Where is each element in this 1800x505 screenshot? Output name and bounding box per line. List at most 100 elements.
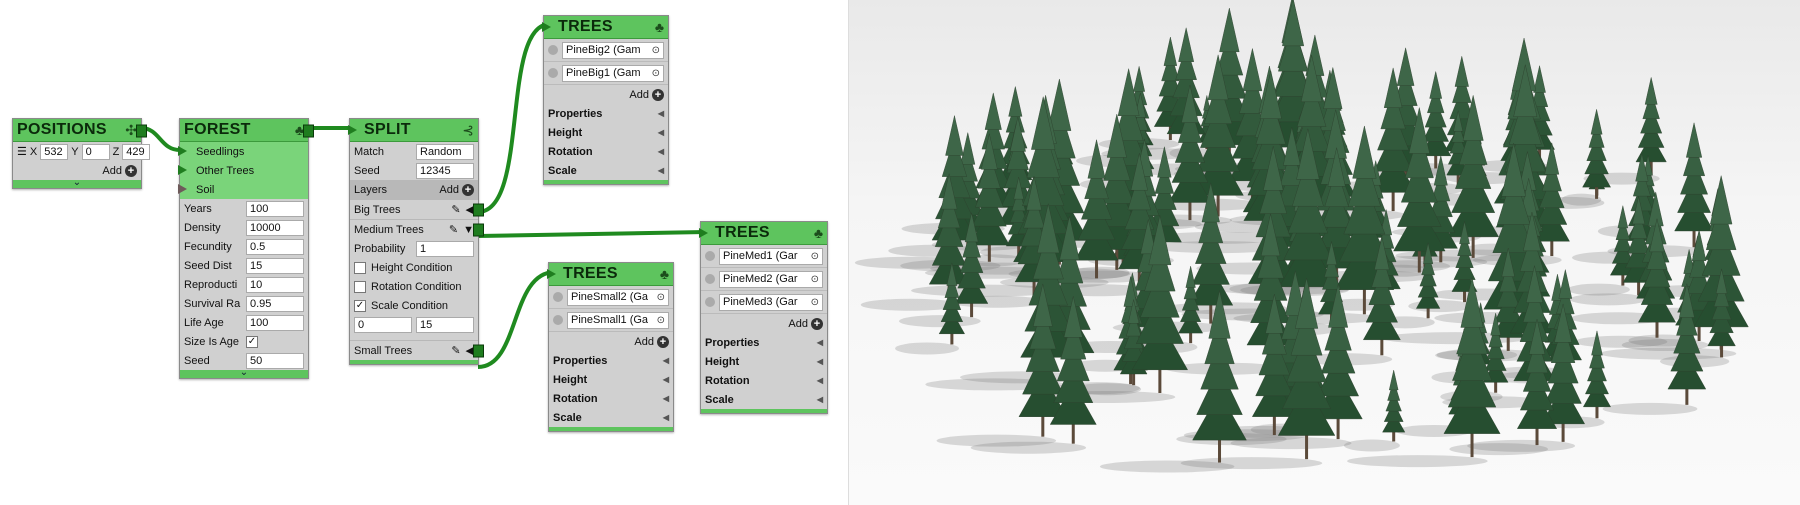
forest-node[interactable]: FOREST ♣ Seedlings Other Trees Soil Year…	[178, 118, 314, 379]
add-icon[interactable]: +	[657, 335, 669, 348]
forest-output-port[interactable]	[303, 124, 314, 138]
node-graph-editor[interactable]: POSITIONS ✣ ☰ X 532 Y 0 Z 429 Add + ⌄ FO…	[0, 0, 848, 505]
z-field[interactable]: 429	[122, 143, 151, 160]
chevron-left-icon[interactable]: ◀	[663, 413, 669, 422]
object-field[interactable]: PineMed2 (Gar ⊙	[701, 268, 827, 291]
object-toggle[interactable]	[553, 292, 563, 302]
chevron-left-icon[interactable]: ◀	[663, 375, 669, 384]
object-picker-icon[interactable]: ⊙	[657, 313, 665, 328]
seed-field[interactable]: 12345	[416, 162, 474, 179]
prop-properties[interactable]: Properties ◀	[544, 104, 668, 123]
prop-scale[interactable]: Scale ◀	[544, 161, 668, 180]
trees-input-port[interactable]	[547, 269, 556, 279]
object-picker-icon[interactable]: ⊙	[811, 295, 819, 310]
chevron-left-icon[interactable]: ◀	[817, 338, 823, 347]
input-other-trees[interactable]: Other Trees	[178, 161, 308, 180]
prop-height[interactable]: Height ◀	[701, 352, 827, 371]
trees-node-header[interactable]: TREES ♣	[547, 263, 673, 286]
prop-scale[interactable]: Scale ◀	[549, 408, 673, 427]
range-max-field[interactable]: 15	[416, 316, 474, 333]
input-port[interactable]	[178, 184, 187, 194]
height-condition-checkbox[interactable]	[354, 261, 366, 274]
object-toggle[interactable]	[553, 315, 563, 325]
node-footer[interactable]: ⌄	[180, 367, 308, 378]
prop-height[interactable]: Height ◀	[544, 123, 668, 142]
prop-scale[interactable]: Scale ◀	[701, 390, 827, 409]
positions-output-port[interactable]	[136, 124, 147, 138]
pencil-icon[interactable]: ✎	[451, 344, 460, 357]
rotation-condition-checkbox[interactable]	[354, 280, 366, 293]
rotation-condition-row[interactable]: Rotation Condition	[350, 277, 478, 296]
add-row[interactable]: Add +	[544, 85, 668, 104]
trees-node-header[interactable]: TREES ♣	[542, 16, 668, 39]
height-condition-row[interactable]: Height Condition	[350, 258, 478, 277]
field-input[interactable]: 10000	[246, 219, 304, 236]
pencil-icon[interactable]: ✎	[449, 223, 458, 236]
chevron-left-icon[interactable]: ◀	[817, 376, 823, 385]
input-port[interactable]	[178, 146, 187, 156]
scale-condition-row[interactable]: ✓ Scale Condition	[350, 296, 478, 315]
range-min-field[interactable]: 0	[354, 316, 412, 333]
object-field[interactable]: PineBig2 (Gam ⊙	[544, 39, 668, 62]
field-input[interactable]: 0.5	[246, 238, 304, 255]
object-field[interactable]: PineBig1 (Gam ⊙	[544, 62, 668, 85]
probability-field[interactable]: 1	[416, 240, 474, 257]
add-icon[interactable]: +	[811, 317, 823, 330]
prop-properties[interactable]: Properties ◀	[701, 333, 827, 352]
layer-output-port[interactable]	[473, 344, 484, 357]
x-field[interactable]: 532	[40, 143, 69, 160]
split-node-header[interactable]: SPLIT ⊰	[348, 119, 478, 142]
add-icon[interactable]: +	[462, 183, 474, 196]
positions-node-header[interactable]: POSITIONS ✣	[13, 119, 141, 142]
prop-rotation[interactable]: Rotation ◀	[544, 142, 668, 161]
prop-rotation[interactable]: Rotation ◀	[549, 389, 673, 408]
layer-big-trees[interactable]: Big Trees ✎ ◀	[350, 199, 484, 219]
input-soil[interactable]: Soil	[178, 180, 308, 199]
field-input[interactable]: 15	[246, 257, 304, 274]
input-seedlings[interactable]: Seedlings	[178, 142, 308, 161]
object-toggle[interactable]	[705, 297, 715, 307]
field-input[interactable]: 50	[246, 352, 304, 369]
object-picker-icon[interactable]: ⊙	[657, 290, 665, 305]
trees-node-big[interactable]: TREES ♣ PineBig2 (Gam ⊙ PineBig1 (Gam ⊙ Ad…	[542, 15, 669, 185]
object-toggle[interactable]	[548, 45, 558, 55]
object-picker-icon[interactable]: ⊙	[652, 43, 660, 58]
chevron-left-icon[interactable]: ◀	[658, 166, 664, 175]
object-toggle[interactable]	[548, 68, 558, 78]
input-port[interactable]	[178, 165, 187, 175]
trees-node-medium[interactable]: TREES ♣ PineMed1 (Gar ⊙ PineMed2 (Gar ⊙ Pi…	[699, 221, 828, 414]
layer-medium-trees[interactable]: Medium Trees ✎ ▼	[350, 219, 484, 239]
split-input-port[interactable]	[348, 125, 357, 135]
object-picker-icon[interactable]: ⊙	[811, 249, 819, 264]
object-toggle[interactable]	[705, 251, 715, 261]
prop-height[interactable]: Height ◀	[549, 370, 673, 389]
object-picker-icon[interactable]: ⊙	[652, 66, 660, 81]
trees-input-port[interactable]	[542, 22, 551, 32]
chevron-left-icon[interactable]: ◀	[658, 109, 664, 118]
add-row[interactable]: Add +	[549, 332, 673, 351]
drag-handle-icon[interactable]: ☰	[17, 145, 27, 158]
chevron-down-icon[interactable]: ⌄	[73, 177, 81, 188]
scene-viewport[interactable]	[848, 0, 1800, 505]
positions-node[interactable]: POSITIONS ✣ ☰ X 532 Y 0 Z 429 Add + ⌄	[12, 118, 151, 189]
object-field[interactable]: PineSmall2 (Ga ⊙	[549, 286, 673, 309]
chevron-left-icon[interactable]: ◀	[658, 147, 664, 156]
chevron-left-icon[interactable]: ◀	[658, 128, 664, 137]
pencil-icon[interactable]: ✎	[451, 203, 460, 216]
node-footer[interactable]: ⌄	[13, 177, 141, 188]
chevron-down-icon[interactable]: ⌄	[240, 367, 248, 378]
add-icon[interactable]: +	[652, 88, 664, 101]
object-field[interactable]: PineMed1 (Gar ⊙	[701, 245, 827, 268]
chevron-left-icon[interactable]: ◀	[663, 356, 669, 365]
layer-small-trees[interactable]: Small Trees ✎ ◀	[350, 340, 484, 360]
trees-input-port[interactable]	[699, 228, 708, 238]
size-is-age-checkbox[interactable]: ✓	[246, 335, 258, 348]
chevron-left-icon[interactable]: ◀	[817, 357, 823, 366]
add-icon[interactable]: +	[125, 164, 137, 177]
field-input[interactable]: 10	[246, 276, 304, 293]
trees-node-header[interactable]: TREES ♣	[699, 222, 827, 245]
field-input[interactable]: 0.95	[246, 295, 304, 312]
y-field[interactable]: 0	[81, 143, 110, 160]
layer-output-port[interactable]	[473, 203, 484, 216]
match-select[interactable]: Random	[416, 143, 474, 160]
